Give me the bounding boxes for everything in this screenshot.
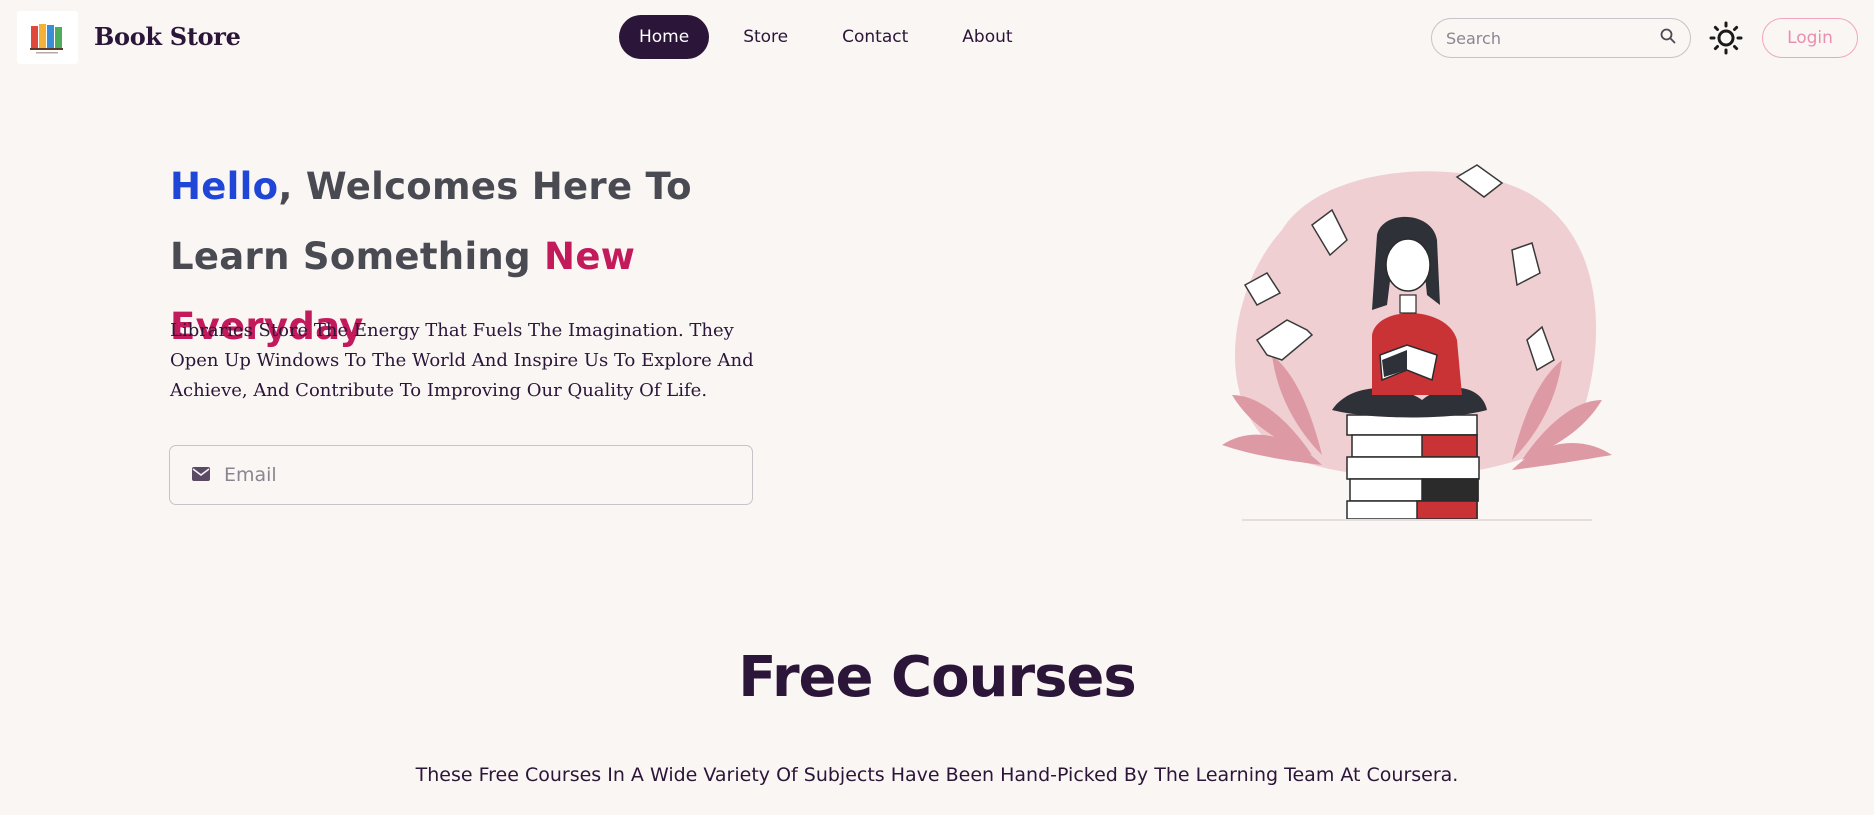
courses-title: Free Courses (738, 645, 1136, 710)
hero-title-hello: Hello (170, 165, 279, 208)
mail-icon (192, 466, 210, 485)
search-placeholder: Search (1446, 28, 1501, 48)
hero-paragraph: Libraries Store The Energy That Fuels Th… (170, 320, 754, 401)
nav-contact[interactable]: Contact (822, 15, 928, 59)
brand-title: Book Store (94, 22, 241, 51)
search-icon[interactable] (1660, 28, 1676, 48)
navbar: Book Store Home Store Contact About Sear… (0, 0, 1874, 76)
nav-store[interactable]: Store (723, 15, 808, 59)
search-input[interactable]: Search (1431, 18, 1691, 58)
email-placeholder: Email (224, 464, 277, 486)
nav-home[interactable]: Home (619, 15, 710, 59)
login-button[interactable]: Login (1762, 18, 1858, 58)
email-field[interactable]: Email (169, 445, 753, 505)
main-menu: Home Store Contact About (619, 15, 1047, 59)
book-logo-icon[interactable] (17, 11, 78, 64)
hero-illustration (1212, 155, 1622, 530)
sun-icon[interactable] (1706, 18, 1746, 58)
nav-about[interactable]: About (942, 15, 1032, 59)
courses-subtitle: These Free Courses In A Wide Variety Of … (415, 764, 1459, 786)
